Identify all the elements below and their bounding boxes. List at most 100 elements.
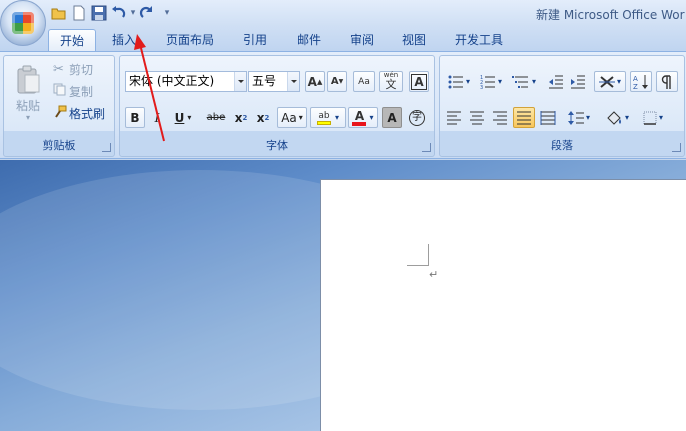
highlighter-label: ab bbox=[318, 110, 330, 121]
font-size-select[interactable]: 五号 bbox=[248, 71, 300, 92]
chinese-layout-icon bbox=[598, 75, 615, 88]
chevron-down-icon[interactable]: ▾ bbox=[187, 113, 191, 122]
undo-icon[interactable] bbox=[110, 4, 128, 22]
tab-references[interactable]: 引用 bbox=[234, 29, 276, 52]
sort-button[interactable]: A Z bbox=[630, 71, 652, 92]
line-spacing-icon bbox=[567, 110, 584, 125]
paint-bucket-icon bbox=[607, 110, 621, 125]
grow-font-icon: A bbox=[307, 74, 317, 89]
cut-label: 剪切 bbox=[69, 62, 94, 77]
change-case-button[interactable]: Aa ▾ bbox=[277, 107, 307, 128]
new-document-icon[interactable] bbox=[70, 4, 88, 22]
numbering-icon: 1 2 3 bbox=[480, 75, 495, 89]
office-logo-icon bbox=[12, 12, 34, 34]
dialog-launcher-icon[interactable] bbox=[102, 143, 111, 152]
chevron-down-icon[interactable]: ▾ bbox=[299, 113, 303, 122]
chevron-down-icon[interactable]: ▾ bbox=[659, 113, 663, 122]
underline-icon: U bbox=[174, 110, 185, 125]
save-icon[interactable] bbox=[90, 4, 108, 22]
bullets-button[interactable]: ▾ bbox=[444, 71, 474, 92]
text-highlight-button[interactable]: ab ▾ bbox=[310, 107, 346, 128]
bold-button[interactable]: B bbox=[125, 107, 145, 128]
italic-button[interactable]: I bbox=[147, 107, 167, 128]
font-color-button[interactable]: A ▾ bbox=[348, 107, 378, 128]
chinese-layout-button[interactable]: ▾ bbox=[594, 71, 626, 92]
multilevel-list-icon bbox=[511, 75, 528, 88]
numbering-button[interactable]: 1 2 3 ▾ bbox=[476, 71, 506, 92]
borders-button[interactable]: ▾ bbox=[638, 107, 668, 128]
underline-button[interactable]: U ▾ bbox=[169, 107, 197, 128]
enclose-characters-icon: 字 bbox=[409, 109, 425, 126]
paste-icon bbox=[17, 65, 40, 93]
chevron-down-icon[interactable] bbox=[287, 72, 299, 91]
tab-insert[interactable]: 插入 bbox=[104, 29, 144, 52]
clipboard-group-label: 剪贴板 bbox=[42, 139, 76, 152]
tab-home[interactable]: 开始 bbox=[48, 29, 96, 52]
tab-page-layout[interactable]: 页面布局 bbox=[156, 29, 224, 52]
format-painter-label: 格式刷 bbox=[69, 106, 106, 121]
open-folder-icon[interactable] bbox=[50, 4, 68, 22]
font-group: 宋体 (中文正文) 五号 A ▲ A ▼ Aa wén 文 A B I U ▾ a bbox=[119, 55, 435, 157]
tab-developer[interactable]: 开发工具 bbox=[446, 29, 512, 52]
align-left-button[interactable] bbox=[444, 107, 464, 128]
superscript-button[interactable]: x2 bbox=[253, 107, 273, 128]
dialog-launcher-icon[interactable] bbox=[422, 143, 431, 152]
chevron-down-icon[interactable] bbox=[234, 72, 246, 91]
window-title: 新建 Microsoft Office Wor bbox=[536, 8, 685, 22]
align-center-icon bbox=[470, 111, 484, 124]
tab-review[interactable]: 审阅 bbox=[341, 29, 383, 52]
subscript-button[interactable]: x2 bbox=[231, 107, 251, 128]
align-center-button[interactable] bbox=[467, 107, 487, 128]
document-page[interactable]: ↵ bbox=[320, 179, 686, 431]
shrink-font-button[interactable]: A ▼ bbox=[327, 71, 347, 92]
chevron-down-icon[interactable]: ▾ bbox=[466, 77, 470, 86]
strikethrough-button[interactable]: abe bbox=[203, 107, 229, 128]
align-right-icon bbox=[493, 111, 507, 124]
increase-indent-icon bbox=[571, 75, 585, 88]
show-hide-marks-button[interactable] bbox=[656, 71, 678, 92]
character-border-icon: A bbox=[411, 73, 427, 90]
cut-button[interactable]: ✂ 剪切 bbox=[52, 59, 114, 79]
decrease-indent-button[interactable] bbox=[546, 71, 566, 92]
chevron-down-icon[interactable]: ▾ bbox=[625, 113, 629, 122]
font-name-select[interactable]: 宋体 (中文正文) bbox=[125, 71, 247, 92]
format-painter-button[interactable]: 格式刷 bbox=[52, 103, 114, 123]
copy-button[interactable]: 复制 bbox=[52, 81, 114, 101]
chevron-down-icon[interactable]: ▾ bbox=[130, 8, 136, 18]
character-shading-button[interactable]: A bbox=[382, 107, 402, 128]
shading-button[interactable]: ▾ bbox=[600, 107, 634, 128]
distributed-button[interactable] bbox=[538, 107, 558, 128]
justify-icon bbox=[517, 111, 531, 124]
paste-button[interactable]: 粘贴 ▾ bbox=[8, 60, 48, 126]
chevron-down-icon[interactable]: ▾ bbox=[586, 113, 590, 122]
grow-font-button[interactable]: A ▲ bbox=[305, 71, 325, 92]
character-border-button[interactable]: A bbox=[409, 71, 429, 92]
clear-formatting-button[interactable]: Aa bbox=[353, 71, 375, 92]
increase-indent-button[interactable] bbox=[568, 71, 588, 92]
chevron-down-icon[interactable]: ▾ bbox=[617, 77, 621, 86]
align-right-button[interactable] bbox=[490, 107, 510, 128]
ribbon: 粘贴 ▾ ✂ 剪切 复制 格式刷 剪贴板 宋体 (中文正文) 五号 A ▲ A … bbox=[0, 51, 686, 159]
chevron-down-icon: ▾ bbox=[25, 112, 30, 122]
font-group-label: 字体 bbox=[266, 139, 288, 152]
chevron-down-icon[interactable]: ▾ bbox=[498, 77, 502, 86]
tab-mailings[interactable]: 邮件 bbox=[288, 29, 330, 52]
chevron-down-icon[interactable]: ▾ bbox=[335, 113, 339, 122]
redo-icon[interactable] bbox=[138, 4, 156, 22]
align-left-icon bbox=[447, 111, 461, 124]
sort-icon: A Z bbox=[633, 74, 648, 90]
chevron-down-icon[interactable]: ▾ bbox=[532, 77, 536, 86]
decrease-indent-icon bbox=[549, 75, 563, 88]
justify-button[interactable] bbox=[513, 107, 535, 128]
multilevel-list-button[interactable]: ▾ bbox=[508, 71, 540, 92]
enclose-characters-button[interactable]: 字 bbox=[407, 107, 427, 128]
line-spacing-button[interactable]: ▾ bbox=[564, 107, 594, 128]
phonetic-guide-button[interactable]: wén 文 bbox=[379, 71, 403, 92]
office-button[interactable] bbox=[0, 0, 46, 46]
chevron-down-icon[interactable]: ▾ bbox=[369, 113, 373, 122]
svg-text:A: A bbox=[633, 75, 638, 83]
superscript-icon: x bbox=[256, 110, 265, 125]
tab-view[interactable]: 视图 bbox=[393, 29, 435, 52]
customize-icon[interactable]: ▾ bbox=[164, 8, 170, 18]
dialog-launcher-icon[interactable] bbox=[672, 143, 681, 152]
